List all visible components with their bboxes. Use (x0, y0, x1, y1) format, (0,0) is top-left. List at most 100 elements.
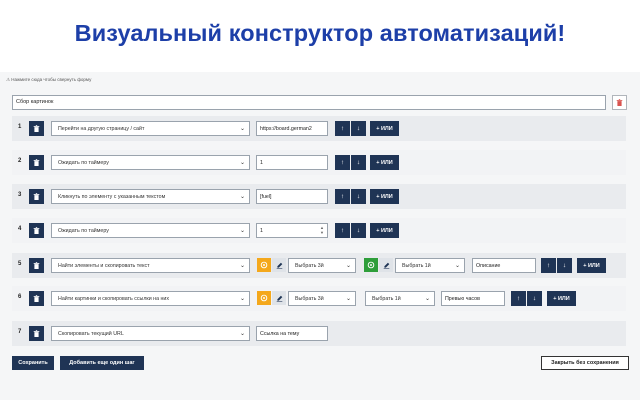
edit-icon (276, 262, 282, 269)
edit-icon (383, 262, 389, 269)
edit-icon (276, 295, 282, 302)
step-number: 5 (18, 261, 22, 267)
delete-step-button[interactable] (29, 189, 44, 204)
step-action-select[interactable]: Найти картинки и скопировать ссылки на н… (51, 291, 250, 306)
delete-step-button[interactable] (29, 326, 44, 341)
edit-selector-button[interactable] (272, 258, 286, 272)
step-move-buttons: ↑ ↓ (335, 121, 366, 136)
target-icon (260, 294, 268, 302)
close-without-saving-button[interactable]: Закрыть без сохранения (541, 356, 629, 370)
step-value-input[interactable]: Превью часов (441, 291, 505, 306)
automation-name-input[interactable]: Сбор картинок (12, 95, 606, 110)
edit-selector-button[interactable] (379, 258, 393, 272)
arrow-down-icon[interactable]: ↓ (351, 189, 366, 204)
add-step-button[interactable]: Добавить еще один шаг (60, 356, 144, 370)
trash-icon (33, 125, 40, 132)
delete-step-button[interactable] (29, 223, 44, 238)
arrow-down-icon[interactable]: ↓ (557, 258, 572, 273)
step-action-select[interactable]: Найти элементы и скопировать текст ⌄ (51, 258, 250, 273)
chevron-down-icon: ⌄ (239, 126, 245, 132)
arrow-up-icon[interactable]: ↑ (335, 155, 350, 170)
arrow-up-icon[interactable]: ↑ (335, 223, 350, 238)
add-or-button[interactable]: + ИЛИ (547, 291, 576, 306)
chevron-down-icon: ⌄ (424, 296, 430, 302)
edit-selector-button[interactable] (272, 291, 286, 305)
chevron-down-icon: ⌄ (239, 331, 245, 337)
step-number: 4 (18, 226, 22, 232)
add-or-button[interactable]: + ИЛИ (370, 155, 399, 170)
step-number: 2 (18, 158, 22, 164)
step-action-select[interactable]: Скопировать текущий URL ⌄ (51, 326, 250, 341)
add-or-button[interactable]: + ИЛИ (370, 121, 399, 136)
step-row: 2 Ожидать по таймеру ⌄ 1 ↑ ↓ + ИЛИ (12, 150, 626, 175)
add-or-button[interactable]: + ИЛИ (370, 189, 399, 204)
arrow-down-icon[interactable]: ↓ (527, 291, 542, 306)
step-row: 7 Скопировать текущий URL ⌄ Ссылка на тем… (12, 321, 626, 346)
step-action-select[interactable]: Ожидать по таймеру ⌄ (51, 155, 250, 170)
trash-icon (33, 295, 40, 302)
step-move-buttons: ↑ ↓ (335, 155, 366, 170)
trash-icon (33, 193, 40, 200)
step-action-select[interactable]: Ожидать по таймеру ⌄ (51, 223, 250, 238)
delete-step-button[interactable] (29, 121, 44, 136)
element-index-select[interactable]: Выбрать 3й ⌄ (288, 291, 356, 306)
step-value-input[interactable]: Описание (472, 258, 536, 273)
chevron-down-icon: ⌄ (345, 263, 351, 269)
step-row: 5 Найти элементы и скопировать текст ⌄ Вы… (12, 253, 626, 278)
step-row: 3 Кликнуть по элементу с указанным текст… (12, 184, 626, 209)
chevron-down-icon: ⌄ (239, 194, 245, 200)
add-or-button[interactable]: + ИЛИ (370, 223, 399, 238)
trash-icon (33, 262, 40, 269)
spinner-arrows-icon[interactable]: ▲ ▼ (320, 225, 324, 235)
add-or-button[interactable]: + ИЛИ (577, 258, 606, 273)
arrow-down-icon[interactable]: ↓ (351, 121, 366, 136)
delete-automation-button[interactable] (612, 95, 627, 110)
step-row: 4 Ожидать по таймеру ⌄ 1 ▲ ▼ ↑ ↓ + ИЛИ (12, 218, 626, 243)
chevron-down-icon: ⌄ (345, 296, 351, 302)
step-row: 6 Найти картинки и скопировать ссылки на… (12, 286, 626, 311)
chevron-down-icon: ⌄ (239, 296, 245, 302)
step-value-input[interactable]: 1 (256, 155, 328, 170)
arrow-up-icon[interactable]: ↑ (335, 121, 350, 136)
chevron-down-icon: ⌄ (239, 228, 245, 234)
target-picker-button[interactable] (364, 258, 378, 272)
chevron-down-icon: ⌄ (239, 160, 245, 166)
trash-icon (616, 99, 623, 106)
step-number: 6 (18, 294, 22, 300)
step-value-input[interactable]: https://board.german2 (256, 121, 328, 136)
element-index-select[interactable]: Выбрать 1й ⌄ (395, 258, 465, 273)
target-picker-button[interactable] (257, 291, 271, 305)
chevron-down-icon: ⌄ (239, 263, 245, 269)
arrow-up-icon[interactable]: ↑ (335, 189, 350, 204)
step-move-buttons: ↑ ↓ (541, 258, 572, 273)
step-row: 1 Перейти на другую страницу / сайт ⌄ htt… (12, 116, 626, 141)
timer-number-input[interactable]: 1 ▲ ▼ (256, 223, 328, 238)
save-button[interactable]: Сохранить (12, 356, 54, 370)
arrow-up-icon[interactable]: ↑ (511, 291, 526, 306)
element-index-select[interactable]: Выбрать 1й ⌄ (365, 291, 435, 306)
delete-step-button[interactable] (29, 258, 44, 273)
arrow-up-icon[interactable]: ↑ (541, 258, 556, 273)
delete-step-button[interactable] (29, 291, 44, 306)
target-picker-button[interactable] (257, 258, 271, 272)
chevron-down-icon: ⌄ (454, 263, 460, 269)
delete-step-button[interactable] (29, 155, 44, 170)
target-icon (260, 261, 268, 269)
step-action-select[interactable]: Кликнуть по элементу с указанным текстом… (51, 189, 250, 204)
arrow-down-icon[interactable]: ↓ (351, 155, 366, 170)
headline: Визуальный конструктор автоматизаций! (74, 20, 566, 46)
step-number: 1 (18, 124, 22, 130)
step-action-select[interactable]: Перейти на другую страницу / сайт ⌄ (51, 121, 250, 136)
trash-icon (33, 159, 40, 166)
step-value-input[interactable]: [fuel] (256, 189, 328, 204)
element-index-select[interactable]: Выбрать 3й ⌄ (288, 258, 356, 273)
arrow-down-icon[interactable]: ↓ (351, 223, 366, 238)
step-number: 3 (18, 192, 22, 198)
collapse-hint[interactable]: ⚠ Нажмите сюда чтобы свернуть форму (6, 77, 91, 83)
step-value-input[interactable]: Ссылка на тему (256, 326, 328, 341)
step-move-buttons: ↑ ↓ (335, 189, 366, 204)
trash-icon (33, 227, 40, 234)
step-move-buttons: ↑ ↓ (511, 291, 542, 306)
step-number: 7 (18, 329, 22, 335)
trash-icon (33, 330, 40, 337)
